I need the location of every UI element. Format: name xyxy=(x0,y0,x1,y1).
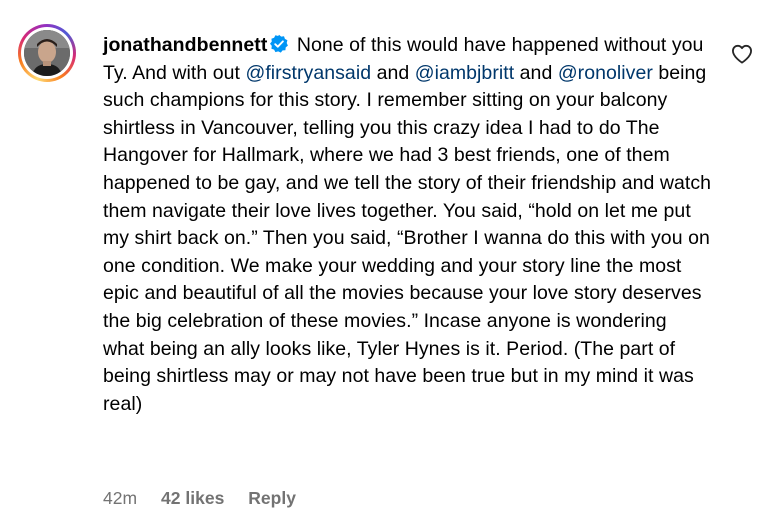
mention-link[interactable]: @firstryansaid xyxy=(245,62,371,84)
comment-meta: 42m 42 likes Reply xyxy=(103,488,320,509)
verified-badge-icon xyxy=(270,34,289,53)
likes-count-button[interactable]: 42 likes xyxy=(161,488,224,509)
reply-button[interactable]: Reply xyxy=(248,488,296,509)
avatar[interactable] xyxy=(24,30,70,76)
comment-text: and xyxy=(371,61,415,84)
username-link[interactable]: jonathandbennett xyxy=(103,34,267,56)
avatar-story-ring[interactable] xyxy=(18,24,76,82)
avatar-image xyxy=(24,30,70,76)
mention-link[interactable]: @ronoliver xyxy=(558,62,653,84)
comment-text: and xyxy=(514,61,558,84)
comment-body: jonathandbennett None of this would have… xyxy=(103,32,713,418)
mention-link[interactable]: @iambjbritt xyxy=(415,62,514,84)
comment-text: being such champions for this story. I r… xyxy=(103,61,712,415)
heart-icon[interactable] xyxy=(731,44,753,64)
timestamp[interactable]: 42m xyxy=(103,488,137,509)
